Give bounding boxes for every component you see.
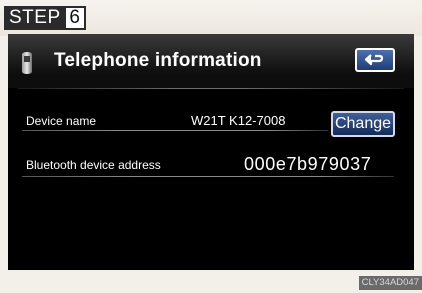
navigation-screen: Telephone information Device name W21T K… xyxy=(8,34,414,270)
bluetooth-address-value: 000e7b979037 xyxy=(244,154,372,174)
return-arrow-icon xyxy=(364,54,384,66)
change-device-name-button[interactable]: Change xyxy=(331,111,395,137)
bluetooth-address-label: Bluetooth device address xyxy=(26,158,161,172)
device-name-value: W21T K12-7008 xyxy=(191,113,286,128)
step-badge: STEP 6 xyxy=(4,6,86,30)
device-name-label: Device name xyxy=(26,114,97,128)
step-label: STEP xyxy=(4,6,66,30)
figure-code: CLY34AD047 xyxy=(358,276,422,290)
bottom-band: CLY34AD047 xyxy=(0,270,422,293)
page-title: Telephone information xyxy=(54,50,262,71)
mobile-phone-icon xyxy=(22,52,32,74)
header-divider xyxy=(18,88,404,89)
device-name-divider xyxy=(22,130,328,131)
back-button[interactable] xyxy=(355,48,395,72)
bluetooth-address-divider xyxy=(22,176,394,177)
step-number: 6 xyxy=(65,6,86,30)
